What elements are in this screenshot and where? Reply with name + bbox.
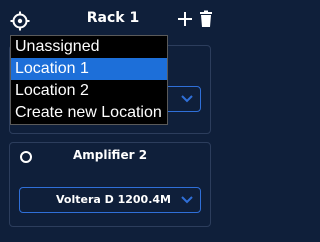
add-button[interactable] — [176, 10, 194, 28]
card-title: Amplifier 2 — [72, 148, 148, 162]
delete-button[interactable] — [199, 10, 213, 28]
chevron-down-icon — [181, 196, 193, 204]
chevron-down-icon — [181, 95, 193, 103]
dropdown-option-create-new-location[interactable]: Create new Location — [11, 102, 167, 124]
model-select[interactable]: Voltera D 1200.4M — [19, 187, 201, 213]
dropdown-option-location-1[interactable]: Location 1 — [11, 58, 167, 80]
card-radio[interactable] — [20, 151, 32, 163]
dropdown-option-location-2[interactable]: Location 2 — [11, 80, 167, 102]
rack-panel: Rack 1 Amplifier 2 Voltera D 1200.4M Una… — [0, 0, 222, 242]
location-target-icon[interactable] — [10, 11, 30, 31]
amplifier-card[interactable]: Amplifier 2 Voltera D 1200.4M — [9, 142, 211, 227]
model-select-value: Voltera D 1200.4M — [56, 193, 171, 206]
dropdown-option-unassigned[interactable]: Unassigned — [11, 36, 167, 58]
location-dropdown[interactable]: Unassigned Location 1 Location 2 Create … — [10, 35, 168, 125]
rack-title: Rack 1 — [86, 10, 140, 26]
rack-header: Rack 1 — [0, 0, 222, 38]
trash-icon — [200, 10, 212, 27]
plus-icon — [178, 12, 192, 26]
